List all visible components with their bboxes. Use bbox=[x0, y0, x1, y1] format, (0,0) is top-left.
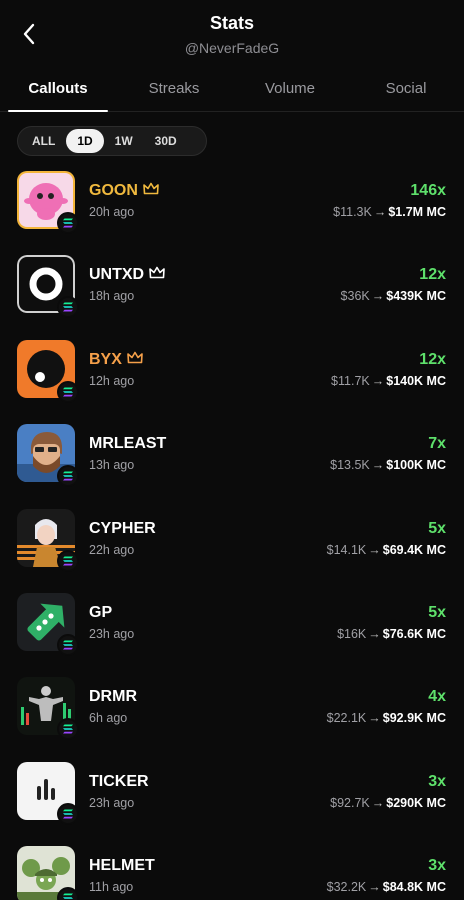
arrow-right-icon: → bbox=[373, 205, 387, 219]
market-cap-change: $16K → $76.6K MC bbox=[337, 627, 446, 641]
header: Stats @NeverFadeG bbox=[0, 0, 464, 64]
mc-from: $32.2K bbox=[326, 880, 367, 895]
mc-to: $84.8K MC bbox=[382, 880, 446, 895]
mc-from: $13.5K bbox=[330, 458, 370, 473]
market-cap-change: $14.1K → $69.4K MC bbox=[327, 543, 446, 557]
callout-time: 23h ago bbox=[89, 795, 135, 810]
callout-row-gp[interactable]: GP 23h ago 5x $16K → $76.6K MC bbox=[0, 590, 464, 674]
arrow-right-icon: → bbox=[368, 626, 381, 641]
arrow-right-icon: → bbox=[368, 880, 381, 895]
callout-time: 11h ago bbox=[89, 880, 134, 895]
callout-time: 18h ago bbox=[89, 289, 135, 304]
gain-multiplier: 5x bbox=[428, 519, 446, 537]
crown-icon bbox=[149, 266, 165, 284]
callout-row-helmet[interactable]: HELMET 11h ago 3x $32.2K → $84.8K MC bbox=[0, 843, 464, 900]
time-filter: ALL 1D 1W 30D bbox=[17, 126, 207, 156]
solana-chain-icon bbox=[57, 633, 79, 656]
solana-chain-icon bbox=[57, 802, 79, 825]
filter-1w[interactable]: 1W bbox=[104, 129, 144, 153]
solana-chain-icon bbox=[57, 887, 79, 900]
mc-from: $14.1K bbox=[326, 542, 367, 557]
market-cap-change: $92.7K → $290K MC bbox=[330, 796, 446, 810]
mc-to: $76.6K MC bbox=[382, 626, 446, 641]
token-name: GP bbox=[89, 603, 113, 621]
token-name: CYPHER bbox=[89, 519, 156, 537]
callout-time: 12h ago bbox=[89, 373, 135, 388]
tab-streaks[interactable]: Streaks bbox=[116, 68, 232, 111]
callout-time: 23h ago bbox=[89, 626, 135, 641]
filter-1d[interactable]: 1D bbox=[66, 129, 104, 153]
mc-to: $100K MC bbox=[386, 458, 446, 473]
market-cap-change: $32.2K → $84.8K MC bbox=[327, 880, 446, 894]
arrow-right-icon: → bbox=[371, 289, 385, 304]
gain-multiplier: 4x bbox=[428, 688, 446, 706]
callout-time: 20h ago bbox=[89, 205, 135, 219]
callout-list: GOON 20h ago 146x $11.3K → $1.7M MC UNTXD 18h a… bbox=[0, 168, 464, 900]
mc-from: $92.7K bbox=[330, 795, 370, 810]
token-name: MRLEAST bbox=[89, 435, 167, 453]
solana-chain-icon bbox=[57, 465, 79, 488]
callout-time: 13h ago bbox=[89, 458, 135, 473]
token-name: DRMR bbox=[89, 688, 137, 706]
arrow-right-icon: → bbox=[368, 711, 381, 726]
callout-row-ticker[interactable]: TICKER 23h ago 3x $92.7K → $290K MC bbox=[0, 759, 464, 843]
tab-callouts[interactable]: Callouts bbox=[0, 68, 116, 112]
mc-to: $92.9K MC bbox=[382, 711, 446, 726]
solana-chain-icon bbox=[57, 380, 79, 403]
callout-row-byx[interactable]: BYX 12h ago 12x $11.7K → $140K MC bbox=[0, 337, 464, 421]
mc-to: $439K MC bbox=[386, 289, 446, 304]
solana-chain-icon bbox=[57, 718, 79, 741]
callout-row-untxd[interactable]: UNTXD 18h ago 12x $36K → $439K MC bbox=[0, 252, 464, 336]
market-cap-change: $36K → $439K MC bbox=[341, 289, 446, 303]
token-name: UNTXD bbox=[89, 266, 145, 284]
tab-bar: Callouts Streaks Volume Social bbox=[0, 68, 464, 112]
tab-volume[interactable]: Volume bbox=[232, 68, 348, 111]
market-cap-change: $11.3K → $1.7M MC bbox=[333, 205, 446, 219]
filter-all[interactable]: ALL bbox=[21, 129, 66, 153]
callout-row-goon[interactable]: GOON 20h ago 146x $11.3K → $1.7M MC bbox=[0, 168, 464, 252]
tab-social[interactable]: Social bbox=[348, 68, 464, 111]
mc-to: $290K MC bbox=[386, 795, 446, 810]
mc-from: $11.3K bbox=[333, 205, 372, 219]
filter-30d[interactable]: 30D bbox=[144, 129, 188, 153]
page-title: Stats bbox=[209, 13, 254, 33]
mc-from: $22.1K bbox=[326, 711, 367, 726]
solana-chain-icon bbox=[57, 296, 79, 319]
gain-multiplier: 7x bbox=[428, 435, 446, 453]
mc-to: $140K MC bbox=[386, 373, 446, 388]
token-name: BYX bbox=[89, 350, 122, 368]
gain-multiplier: 146x bbox=[410, 182, 446, 199]
crown-icon bbox=[127, 351, 143, 369]
token-name: GOON bbox=[89, 182, 138, 199]
arrow-right-icon: → bbox=[368, 542, 381, 557]
market-cap-change: $22.1K → $92.9K MC bbox=[327, 711, 446, 725]
solana-chain-icon bbox=[57, 212, 79, 234]
gain-multiplier: 12x bbox=[419, 350, 446, 368]
mc-from: $11.7K bbox=[331, 373, 370, 388]
callout-row-drmr[interactable]: DRMR 6h ago 4x $22.1K → $92.9K MC bbox=[0, 674, 464, 758]
page-subtitle: @NeverFadeG bbox=[184, 40, 280, 56]
mc-from: $36K bbox=[340, 289, 370, 304]
mc-to: $1.7M MC bbox=[388, 205, 446, 219]
callout-time: 22h ago bbox=[89, 542, 135, 557]
mc-from: $16K bbox=[337, 626, 367, 641]
callout-time: 6h ago bbox=[89, 711, 128, 726]
token-name: TICKER bbox=[89, 772, 149, 790]
crown-icon bbox=[143, 182, 159, 200]
arrow-right-icon: → bbox=[371, 373, 385, 388]
callout-row-cypher[interactable]: CYPHER 22h ago 5x $14.1K → $69.4K MC bbox=[0, 506, 464, 590]
gain-multiplier: 3x bbox=[428, 857, 446, 875]
solana-chain-icon bbox=[57, 549, 79, 572]
token-name: HELMET bbox=[89, 857, 155, 875]
market-cap-change: $13.5K → $100K MC bbox=[330, 458, 446, 472]
arrow-right-icon: → bbox=[371, 795, 385, 810]
gain-multiplier: 12x bbox=[419, 266, 446, 284]
gain-multiplier: 5x bbox=[428, 603, 446, 621]
mc-to: $69.4K MC bbox=[382, 542, 446, 557]
gain-multiplier: 3x bbox=[428, 772, 446, 790]
callout-row-mrleast[interactable]: MRLEAST 13h ago 7x $13.5K → $100K MC bbox=[0, 421, 464, 505]
arrow-right-icon: → bbox=[371, 458, 385, 473]
market-cap-change: $11.7K → $140K MC bbox=[331, 374, 446, 388]
